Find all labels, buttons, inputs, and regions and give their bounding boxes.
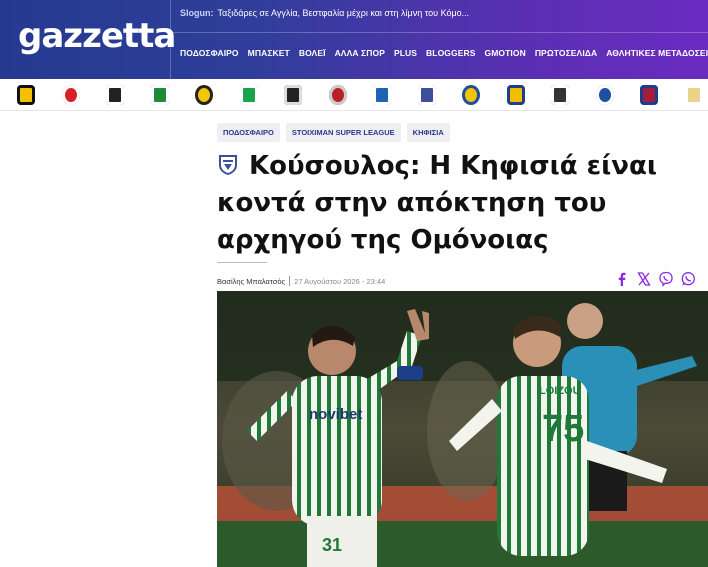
slogan-bar[interactable]: Slogun: Ταξιδάρες σε Αγγλία, Βεστφαλία μέ…: [180, 8, 708, 30]
viber-icon[interactable]: [658, 271, 674, 287]
article-tags: ΠΟΔΟΣΦΑΙΡΟ STOIXIMAN SUPER LEAGUE ΚΗΦΙΣΙ…: [217, 123, 450, 142]
article-title-text: Κούσουλος: Η Κηφισιά είναι κοντά στην απ…: [217, 151, 657, 255]
tag-football[interactable]: ΠΟΔΟΣΦΑΙΡΟ: [217, 123, 280, 142]
article-header: Κούσουλος: Η Κηφισιά είναι κοντά στην απ…: [217, 148, 703, 259]
publish-date: 27 Αυγούστου 2026 - 23:44: [294, 277, 386, 286]
author-name[interactable]: Βασίλης Μπαλατσός: [217, 277, 285, 286]
nav-gmotion[interactable]: GMOTION: [485, 48, 526, 58]
facebook-icon[interactable]: [614, 271, 630, 287]
panaitolikos-crest[interactable]: [506, 85, 525, 105]
barcelona-crest[interactable]: [640, 85, 658, 105]
tag-kifisia[interactable]: ΚΗΦΙΣΙΑ: [406, 123, 450, 142]
volos-crest[interactable]: [328, 85, 347, 105]
panserraikos-crest[interactable]: [595, 85, 614, 105]
jersey-name: LOIZOU: [539, 385, 581, 397]
nav-plus[interactable]: PLUS: [394, 48, 417, 58]
sponsor-text: novibet: [309, 406, 362, 423]
nav-tv-guide[interactable]: ΑΘΛΗΤΙΚΕΣ ΜΕΤΑΔΟΣΕΙΣ: [606, 48, 708, 58]
paok-crest[interactable]: [106, 85, 124, 105]
share-buttons: [614, 271, 696, 287]
jersey-number: 75: [542, 408, 584, 450]
shorts-number: 31: [322, 535, 342, 555]
levadiakos-crest[interactable]: [239, 85, 258, 105]
olympiacos-crest[interactable]: [61, 85, 80, 105]
whatsapp-icon[interactable]: [680, 271, 696, 287]
aek-crest[interactable]: [17, 85, 35, 105]
article-hero-image[interactable]: novibet 31 LOIZOU 75: [217, 291, 708, 567]
kifisia-crest-icon: [219, 155, 237, 175]
site-header: gazzetta Slogun: Ταξιδάρες σε Αγγλία, Βεσ…: [0, 0, 708, 79]
nav-bloggers[interactable]: BLOGGERS: [426, 48, 475, 58]
kifisia-crest[interactable]: [417, 85, 436, 105]
ofi-crest[interactable]: [284, 85, 302, 105]
nav-volley[interactable]: ΒΟΛΕΪ: [299, 48, 326, 58]
team-crests-bar: [0, 79, 708, 111]
main-nav: ΠΟΔΟΣΦΑΙΡΟ ΜΠΑΣΚΕΤ ΒΟΛΕΪ ΑΛΛΑ ΣΠΟΡ PLUS …: [180, 48, 708, 58]
article-title: Κούσουλος: Η Κηφισιά είναι κοντά στην απ…: [217, 148, 703, 259]
slogan-label: Slogun:: [180, 8, 214, 18]
x-icon[interactable]: [636, 271, 652, 287]
slogan-text[interactable]: Ταξιδάρες σε Αγγλία, Βεστφαλία μέχρι και…: [218, 8, 470, 18]
header-divider: [170, 0, 171, 79]
nav-other-sports[interactable]: ΑΛΛΑ ΣΠΟΡ: [335, 48, 385, 58]
meta-separator: [289, 276, 291, 286]
atromitos-crest[interactable]: [373, 85, 391, 105]
kalamata-crest[interactable]: [551, 85, 569, 105]
header-rule: [170, 32, 708, 33]
real-madrid-crest[interactable]: [684, 85, 703, 105]
nav-football[interactable]: ΠΟΔΟΣΦΑΙΡΟ: [180, 48, 239, 58]
title-underline: [217, 262, 267, 263]
site-logo[interactable]: gazzetta: [18, 14, 176, 58]
article-meta: Βασίλης Μπαλατσός 27 Αυγούστου 2026 - 23:…: [217, 276, 385, 286]
nav-basketball[interactable]: ΜΠΑΣΚΕΤ: [248, 48, 290, 58]
aris-crest[interactable]: [195, 85, 213, 105]
panathinaikos-crest[interactable]: [150, 85, 169, 105]
hero-photo-illustration: novibet 31 LOIZOU 75: [217, 291, 708, 567]
asteras-crest[interactable]: [462, 85, 480, 105]
tag-super-league[interactable]: STOIXIMAN SUPER LEAGUE: [285, 123, 401, 142]
nav-front-pages[interactable]: ΠΡΩΤΟΣΕΛΙΔΑ: [535, 48, 597, 58]
